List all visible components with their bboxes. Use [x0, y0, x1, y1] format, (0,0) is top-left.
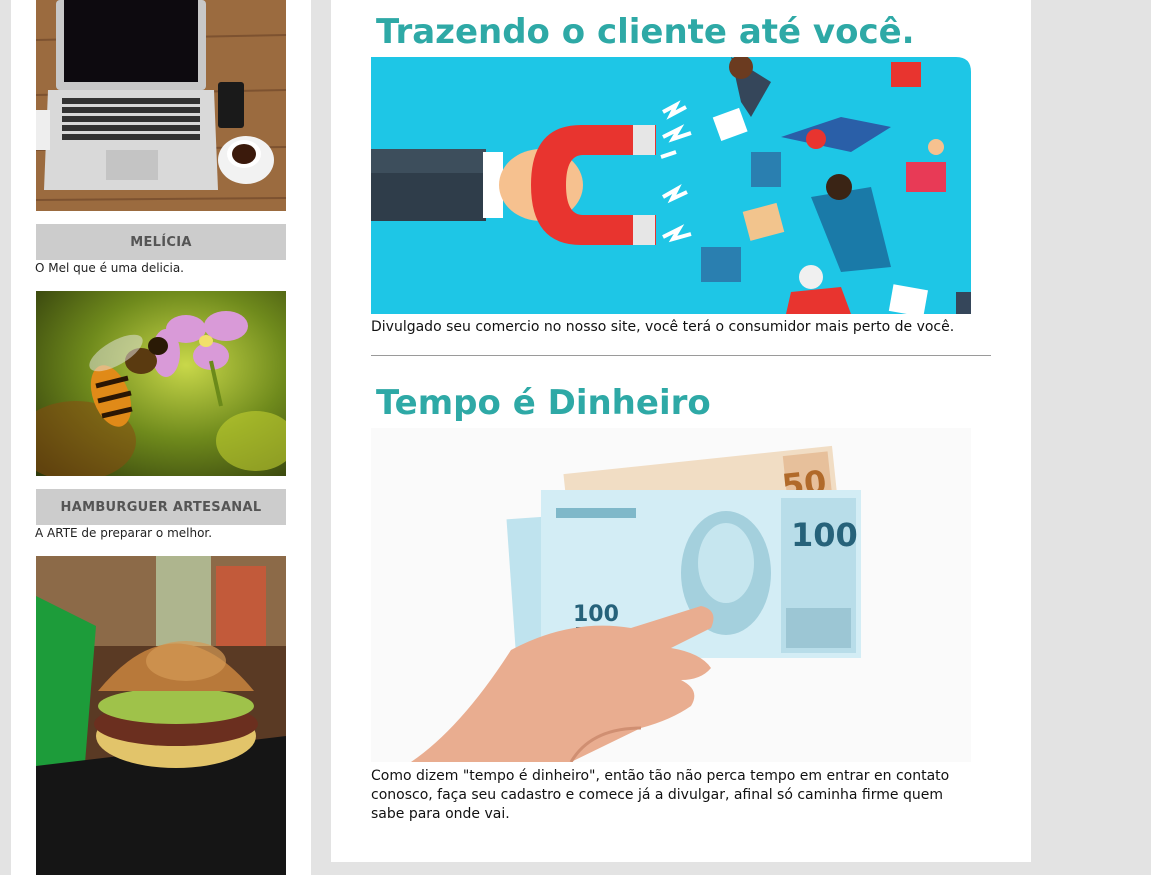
laptop-coffee-image[interactable] [36, 0, 286, 211]
magnet-customers-image[interactable] [371, 57, 971, 314]
sidebar-header-melicia[interactable]: MELÍCIA [36, 224, 286, 260]
sidebar: MELÍCIA O Mel que é uma delicia. HAMBURG… [11, 0, 311, 875]
sidebar-desc-melicia: O Mel que é uma delicia. [35, 261, 184, 275]
post-text-tempo: Como dizem "tempo é dinheiro", então tão… [371, 768, 950, 822]
main-content: Trazendo o cliente até você. Divulgado s… [331, 0, 1031, 862]
sidebar-header-hamburguer[interactable]: HAMBURGUER ARTESANAL [36, 489, 286, 525]
sidebar-desc-hamburguer: A ARTE de preparar o melhor. [35, 526, 213, 540]
post-divider [371, 355, 991, 356]
post-text-trazendo: Divulgado seu comercio no nosso site, vo… [371, 319, 955, 335]
post-title-trazendo[interactable]: Trazendo o cliente até você. [376, 12, 915, 52]
bee-flower-image[interactable] [36, 291, 286, 476]
burger-image[interactable] [36, 556, 286, 875]
post-title-tempo[interactable]: Tempo é Dinheiro [376, 383, 711, 423]
banknote-100-label: 100 [791, 516, 858, 554]
banknote-100-small-label: 100 [573, 602, 619, 627]
money-in-hand-image[interactable]: 50 100 100 REAIS [371, 428, 971, 762]
